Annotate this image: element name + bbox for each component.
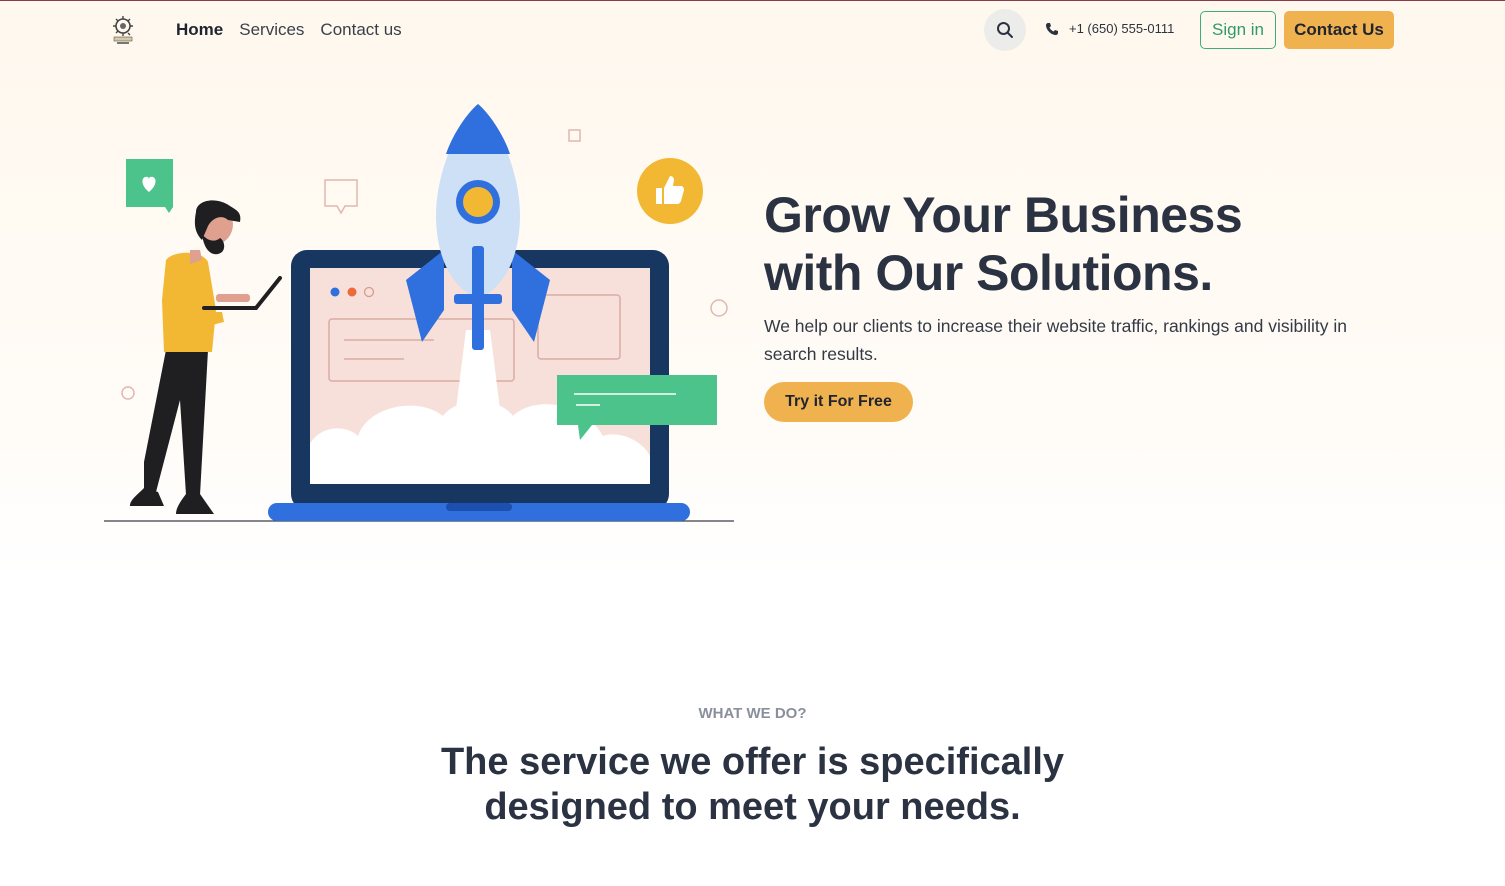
phone-link[interactable]: +1 (650) 555-0111 <box>1045 21 1174 36</box>
phone-icon <box>1046 22 1058 35</box>
hero-title-line-1: Grow Your Business <box>764 187 1243 243</box>
hero-title-line-2: with Our Solutions. <box>764 245 1213 301</box>
nav-item-services[interactable]: Services <box>239 20 304 40</box>
hero-title: Grow Your Business with Our Solutions. <box>764 186 1384 302</box>
search-icon <box>997 22 1013 38</box>
section-eyebrow: WHAT WE DO? <box>698 705 807 722</box>
phone-number: +1 (650) 555-0111 <box>1069 21 1175 36</box>
section-title-line-2: designed to meet your needs. <box>484 786 1021 828</box>
section-title: The service we offer is specifically des… <box>0 740 1505 830</box>
contact-us-button[interactable]: Contact Us <box>1284 11 1394 49</box>
hero-description: We help our clients to increase their we… <box>764 316 1347 364</box>
logo-icon[interactable] <box>109 14 137 46</box>
top-border-line <box>0 0 1505 1</box>
nav-item-home[interactable]: Home <box>176 20 223 40</box>
section-title-line-1: The service we offer is specifically <box>440 741 1065 783</box>
site-header: Home Services Contact us +1 (650) 555-01… <box>0 8 1505 52</box>
search-button[interactable] <box>984 9 1026 51</box>
nav-item-contact-us[interactable]: Contact us <box>320 20 401 40</box>
sign-in-button[interactable]: Sign in <box>1200 11 1276 49</box>
hero-illustration <box>104 100 736 524</box>
try-for-free-button[interactable]: Try it For Free <box>764 382 913 422</box>
main-nav: Home Services Contact us <box>176 20 402 40</box>
